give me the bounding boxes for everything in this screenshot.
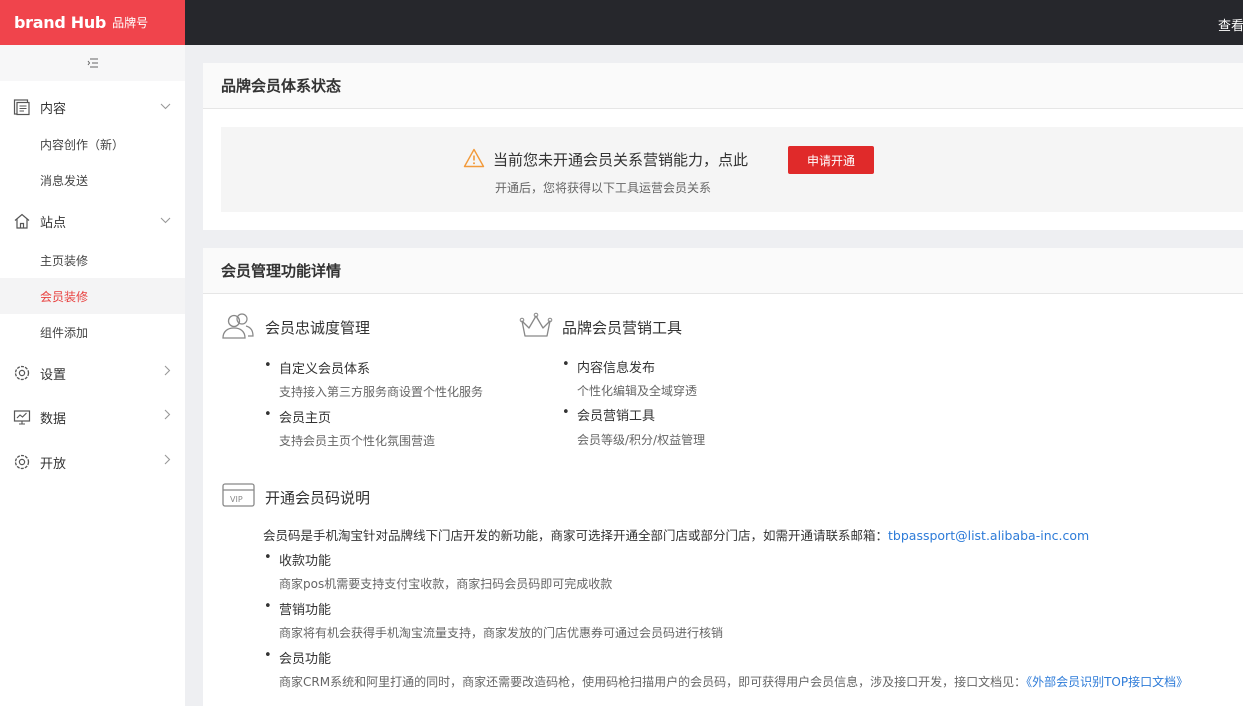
sidebar-item-component-add[interactable]: 组件添加 <box>0 314 185 350</box>
document-icon <box>13 98 31 116</box>
warning-icon <box>463 148 485 172</box>
home-icon <box>13 212 31 230</box>
sidebar-group-label: 内容 <box>40 101 67 117</box>
status-panel: 品牌会员体系状态 当前您未开通会员关系营销能力，点此 申请开通 开通后，您将获得… <box>203 63 1243 230</box>
list-item-desc: 会员等级/积分/权益管理 <box>577 433 706 447</box>
contact-email-link[interactable]: tbpassport@list.alibaba-inc.com <box>888 528 1089 543</box>
detail-panel-title: 会员管理功能详情 <box>203 248 1243 294</box>
members-group-icon <box>221 312 255 344</box>
gear-icon <box>13 364 31 382</box>
list-item: 营销功能 <box>264 599 331 618</box>
marketing-title: 品牌会员营销工具 <box>562 319 683 337</box>
monitor-chart-icon <box>13 408 31 426</box>
collapse-menu-icon[interactable] <box>0 45 185 81</box>
list-item: 内容信息发布 <box>562 357 655 376</box>
list-item-desc: 商家CRM系统和阿里打通的同时，商家还需要改造码枪，使用码枪扫描用户的会员码，即… <box>279 673 1188 690</box>
activation-notice: 当前您未开通会员关系营销能力，点此 申请开通 开通后，您将获得以下工具运营会员关… <box>221 127 1243 212</box>
vip-intro: 会员码是手机淘宝针对品牌线下门店开发的新功能，商家可选择开通全部门店或部分门店，… <box>263 525 1089 544</box>
top-api-doc-link[interactable]: 《外部会员识别TOP接口文档》 <box>1026 675 1188 689</box>
apply-activation-button[interactable]: 申请开通 <box>788 146 874 174</box>
notice-text: 当前您未开通会员关系营销能力，点此 <box>493 151 749 169</box>
view-link[interactable]: 查看介 <box>1218 15 1243 34</box>
sidebar-group-content[interactable]: 内容 <box>0 87 185 127</box>
sidebar: 内容 内容创作（新） 消息发送 站点 主页装修 会员装修 组件添加 设置 数据 … <box>0 45 185 706</box>
list-item: 收款功能 <box>264 550 331 569</box>
gear-icon <box>13 453 31 471</box>
sidebar-group-label: 开放 <box>40 456 67 472</box>
sidebar-item-label: 消息发送 <box>40 173 89 188</box>
list-item: 会员营销工具 <box>562 405 655 424</box>
detail-panel: 会员管理功能详情 会员忠诚度管理 自定义会员体系 支持接入第三方服务商设置个性化… <box>203 248 1243 706</box>
sidebar-item-home-decor[interactable]: 主页装修 <box>0 242 185 278</box>
sidebar-group-data[interactable]: 数据 <box>0 397 185 437</box>
brand-logo-text: brand Hub <box>14 13 107 32</box>
top-bar: brand Hub 品牌号 查看介 <box>0 0 1243 45</box>
chevron-down-icon <box>160 213 171 228</box>
vip-code-title: 开通会员码说明 <box>265 489 371 507</box>
chevron-right-icon <box>164 454 171 469</box>
chevron-down-icon <box>160 99 171 114</box>
sidebar-group-label: 设置 <box>40 367 67 383</box>
sidebar-item-label: 会员装修 <box>40 289 89 304</box>
list-item: 会员主页 <box>264 407 331 426</box>
status-panel-title: 品牌会员体系状态 <box>203 63 1243 109</box>
brand-logo-subtitle: 品牌号 <box>112 16 149 30</box>
chevron-right-icon <box>164 409 171 424</box>
sidebar-item-content-create[interactable]: 内容创作（新） <box>0 126 185 162</box>
sidebar-group-settings[interactable]: 设置 <box>0 353 185 393</box>
list-item-desc: 商家将有机会获得手机淘宝流量支持，商家发放的门店优惠券可通过会员码进行核销 <box>279 626 724 640</box>
list-item-desc: 支持接入第三方服务商设置个性化服务 <box>279 385 484 399</box>
sidebar-group-open[interactable]: 开放 <box>0 442 185 482</box>
sidebar-item-member-decor[interactable]: 会员装修 <box>0 278 185 314</box>
list-item-desc: 个性化编辑及全域穿透 <box>577 384 698 398</box>
crown-icon <box>519 312 553 344</box>
list-item: 自定义会员体系 <box>264 358 370 377</box>
sidebar-item-label: 主页装修 <box>40 253 89 268</box>
sidebar-group-site[interactable]: 站点 <box>0 201 185 241</box>
notice-subtext: 开通后，您将获得以下工具运营会员关系 <box>495 181 712 195</box>
list-item: 会员功能 <box>264 648 331 667</box>
svg-text:VIP: VIP <box>230 495 243 504</box>
sidebar-group-label: 数据 <box>40 411 67 427</box>
vip-intro-text: 会员码是手机淘宝针对品牌线下门店开发的新功能，商家可选择开通全部门店或部分门店，… <box>263 528 889 543</box>
list-item-desc-text: 商家CRM系统和阿里打通的同时，商家还需要改造码枪，使用码枪扫描用户的会员码，即… <box>279 675 1027 689</box>
loyalty-title: 会员忠诚度管理 <box>265 319 371 337</box>
sidebar-group-label: 站点 <box>40 215 67 231</box>
sidebar-item-label: 内容创作（新） <box>40 137 125 152</box>
sidebar-item-label: 组件添加 <box>40 325 89 340</box>
brand-logo[interactable]: brand Hub 品牌号 <box>0 0 185 45</box>
list-item-desc: 商家pos机需要支持支付宝收款，商家扫码会员码即可完成收款 <box>279 577 613 591</box>
chevron-right-icon <box>164 365 171 380</box>
vip-card-icon: VIP <box>222 482 256 512</box>
list-item-desc: 支持会员主页个性化氛围营造 <box>279 434 436 448</box>
sidebar-item-message-send[interactable]: 消息发送 <box>0 162 185 198</box>
